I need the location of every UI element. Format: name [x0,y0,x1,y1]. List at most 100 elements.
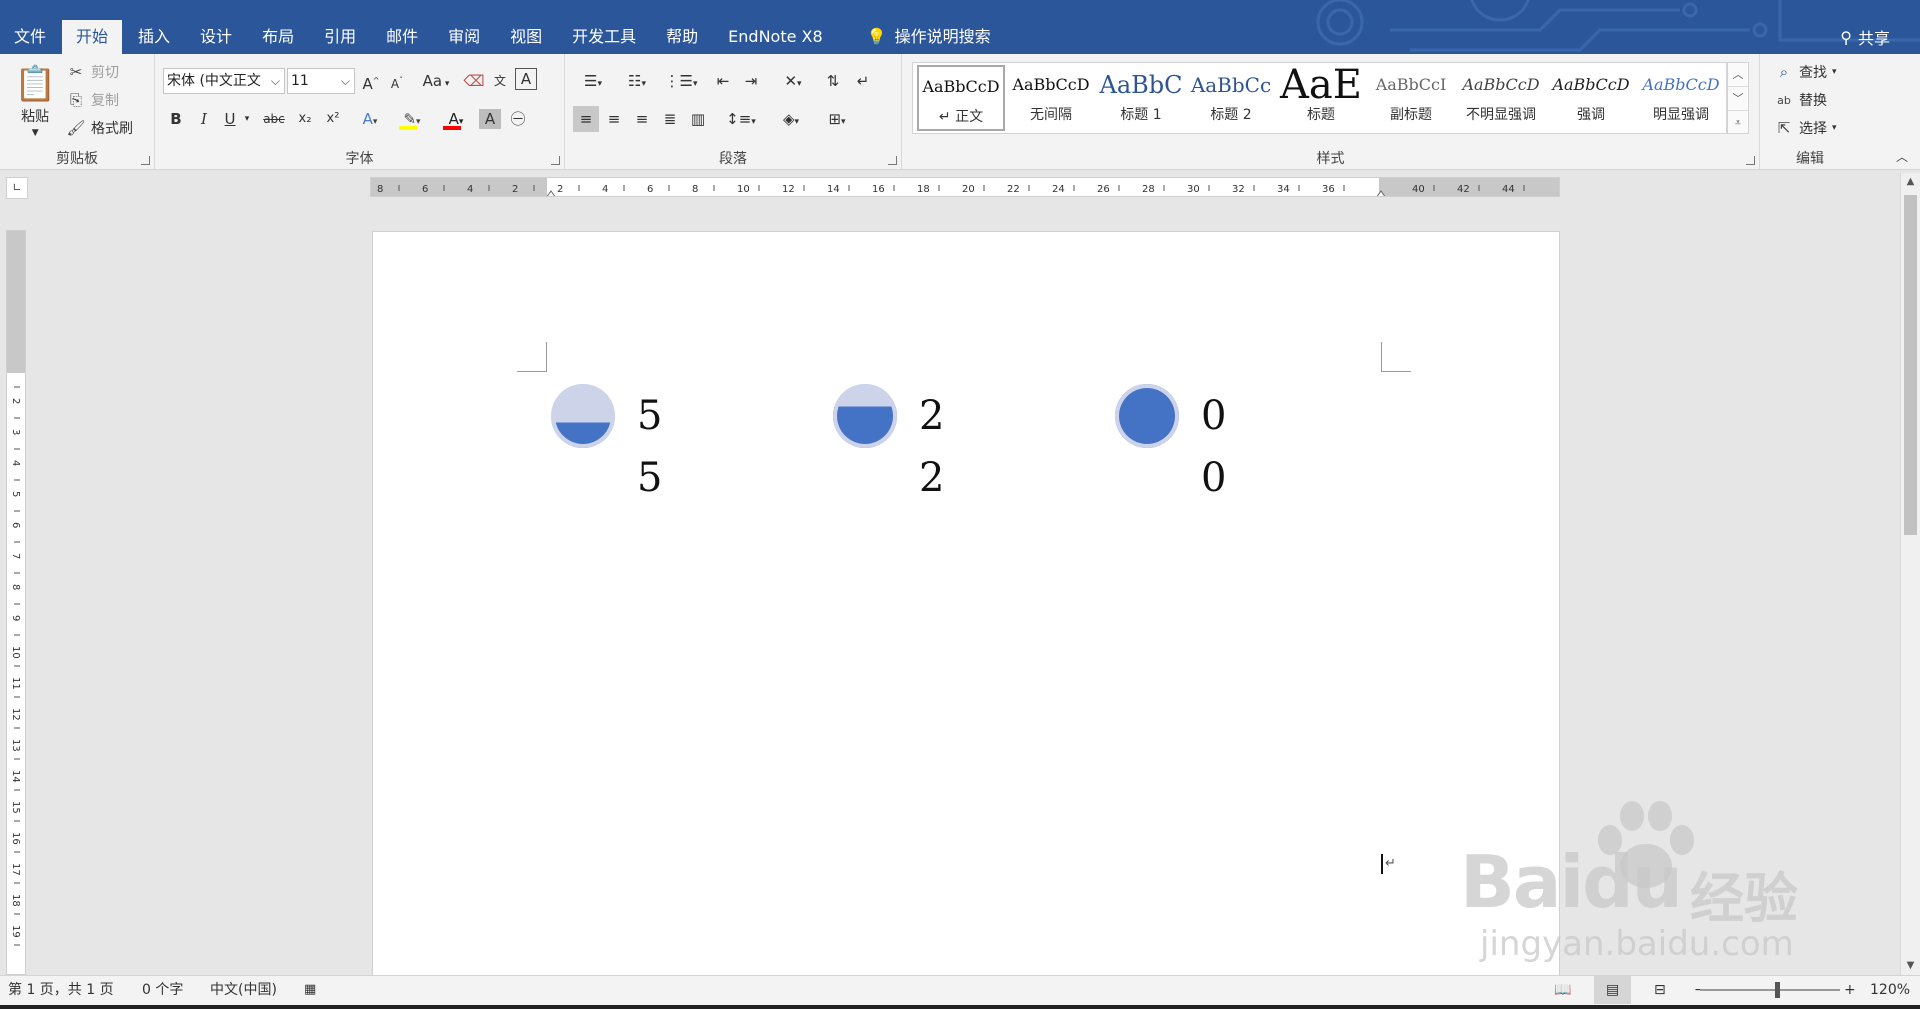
enclose-char-icon[interactable]: ㊀ [507,106,529,132]
text-effects-icon[interactable]: A▾ [355,106,385,132]
tab-8[interactable]: 视图 [496,20,556,54]
tab-selector[interactable]: ∟ [6,177,28,199]
tab-0[interactable]: 文件 [0,20,60,54]
styles-launcher[interactable] [1746,156,1755,165]
font-launcher[interactable] [551,156,560,165]
chevron-down-icon[interactable]: ﹀ [1728,87,1748,111]
tab-2[interactable]: 插入 [124,20,184,54]
zoom-in-icon[interactable]: + [1844,976,1856,1004]
chevron-up-icon[interactable]: ︿ [1728,63,1748,87]
phonetic-guide-icon[interactable]: 文 [489,68,511,94]
sort-icon[interactable]: ⇅ [821,68,845,94]
highlight-icon[interactable]: ✎▾ [395,106,429,132]
zoom-level[interactable]: 120% [1870,976,1910,1004]
increase-indent-icon[interactable]: ⇥ [739,68,763,94]
word-count[interactable]: 0 个字 [142,976,183,1004]
style-item-1[interactable]: AaBbCcD 无间隔 [1007,65,1095,131]
right-indent-marker[interactable] [1376,190,1386,197]
superscript-button[interactable]: x² [321,106,345,132]
style-item-6[interactable]: AaBbCcD 不明显强调 [1457,65,1545,131]
bullets-icon[interactable]: ☰▾ [575,68,611,94]
tab-11[interactable]: EndNote X8 [714,20,837,54]
grow-font-button[interactable]: A^ [360,68,382,94]
tab-10[interactable]: 帮助 [652,20,712,54]
copy-button[interactable]: ⎘ 复制 [66,90,119,110]
shading-icon[interactable]: ◈▾ [773,106,809,132]
borders-icon[interactable]: ⊞▾ [819,106,855,132]
tab-4[interactable]: 布局 [248,20,308,54]
style-item-8[interactable]: AaBbCcD 明显强调 [1637,65,1725,131]
multilevel-list-icon[interactable]: ⋮☰▾ [663,68,699,94]
web-layout-icon[interactable]: ⊟ [1654,976,1666,1004]
style-item-0[interactable]: AaBbCcD ↵ 正文 [917,65,1005,131]
horizontal-ruler[interactable]: 8 6 4 2 2 4 6 8 10 12 14 16 18 20 22 24 26 28 30 32 34 36 40 42… [370,177,1560,197]
scroll-up-icon[interactable]: ▲ [1901,173,1920,191]
zoom-slider[interactable] [1700,989,1840,991]
char-border-icon[interactable]: A [515,68,537,90]
align-right-icon[interactable]: ≡ [629,106,655,132]
font-size-combo[interactable]: 11 ⌵ [287,68,355,94]
align-left-icon[interactable]: ≡ [573,106,599,132]
char-shading-icon[interactable]: A [479,109,501,129]
zoom-slider-thumb[interactable] [1775,982,1780,998]
style-sample: AaE [1280,65,1362,105]
ruler-label: 2 [512,184,518,195]
find-button[interactable]: ⌕ 查找 ▾ [1774,62,1837,82]
font-color-icon[interactable]: A▾ [439,106,473,132]
language[interactable]: 中文(中国) [210,976,277,1004]
format-painter-button[interactable]: 🖌 格式刷 [66,118,133,138]
ruler-label: 15 [10,801,21,814]
distributed-icon[interactable]: ▥ [685,106,711,132]
show-marks-icon[interactable]: ↵ [851,68,875,94]
chinese-layout-icon[interactable]: ✕▾ [775,68,811,94]
style-item-2[interactable]: AaBbC 标题 1 [1097,65,1185,131]
align-center-icon[interactable]: ≡ [601,106,627,132]
tab-5[interactable]: 引用 [310,20,370,54]
style-item-3[interactable]: AaBbCc 标题 2 [1187,65,1275,131]
replace-button[interactable]: ab 替换 [1774,90,1827,110]
share-button[interactable]: ⚲ 共享 [1840,20,1890,54]
style-item-5[interactable]: AaBbCcI 副标题 [1367,65,1455,131]
font-size-value: 11 [291,73,309,89]
tell-me-search[interactable]: 💡 操作说明搜索 [857,20,1001,54]
subscript-button[interactable]: x₂ [293,106,317,132]
paste-button[interactable]: 📋 粘贴 ▼ [14,64,56,138]
tab-6[interactable]: 邮件 [372,20,432,54]
cut-button[interactable]: ✂ 剪切 [66,62,119,82]
macro-record-icon[interactable]: ▦ [304,976,316,1004]
change-case-button[interactable]: Aa ▾ [419,68,453,94]
justify-icon[interactable]: ≣ [657,106,683,132]
paragraph-launcher[interactable] [888,156,897,165]
shrink-font-button[interactable]: Aˇ [386,68,408,94]
select-button[interactable]: ⇱ 选择 ▾ [1774,118,1837,138]
scroll-down-icon[interactable]: ▼ [1901,957,1920,975]
first-line-indent-marker[interactable] [546,190,556,197]
italic-button[interactable]: I [193,106,215,132]
read-mode-icon[interactable]: 📖 [1554,976,1571,1004]
numbering-icon[interactable]: ☷▾ [619,68,655,94]
strikethrough-button[interactable]: abc [259,106,289,132]
print-layout-icon[interactable]: ▤ [1594,976,1632,1004]
font-name-combo[interactable]: 宋体 (中文正文 ⌵ [163,68,285,94]
collapse-ribbon-icon[interactable]: ︿ [1896,148,1908,165]
underline-button[interactable]: U [219,106,241,132]
tab-1[interactable]: 开始 [62,20,123,54]
clipboard-launcher[interactable] [141,156,150,165]
vertical-ruler[interactable]: 432112345678910111213141516171819 [6,230,26,975]
scroll-thumb[interactable] [1904,195,1917,535]
bold-button[interactable]: B [165,106,187,132]
vertical-scrollbar[interactable]: ▲ ▼ [1900,173,1920,975]
style-item-4[interactable]: AaE 标题 [1277,65,1365,131]
style-item-7[interactable]: AaBbCcD 强调 [1547,65,1635,131]
tab-7[interactable]: 审阅 [434,20,494,54]
gallery-more-icon[interactable]: ⩡ [1728,111,1748,135]
tab-9[interactable]: 开发工具 [558,20,650,54]
clear-format-icon[interactable]: ⌫ [463,68,485,94]
tab-3[interactable]: 设计 [186,20,246,54]
chevron-down-icon[interactable]: ▾ [241,106,253,132]
page-count[interactable]: 第 1 页，共 1 页 [8,976,114,1004]
line-spacing-icon[interactable]: ↕≡▾ [723,106,759,132]
decrease-indent-icon[interactable]: ⇤ [711,68,735,94]
copy-icon: ⎘ [69,91,82,109]
document-page[interactable]: 5 5 2 2 0 0 ↵ [372,231,1560,991]
